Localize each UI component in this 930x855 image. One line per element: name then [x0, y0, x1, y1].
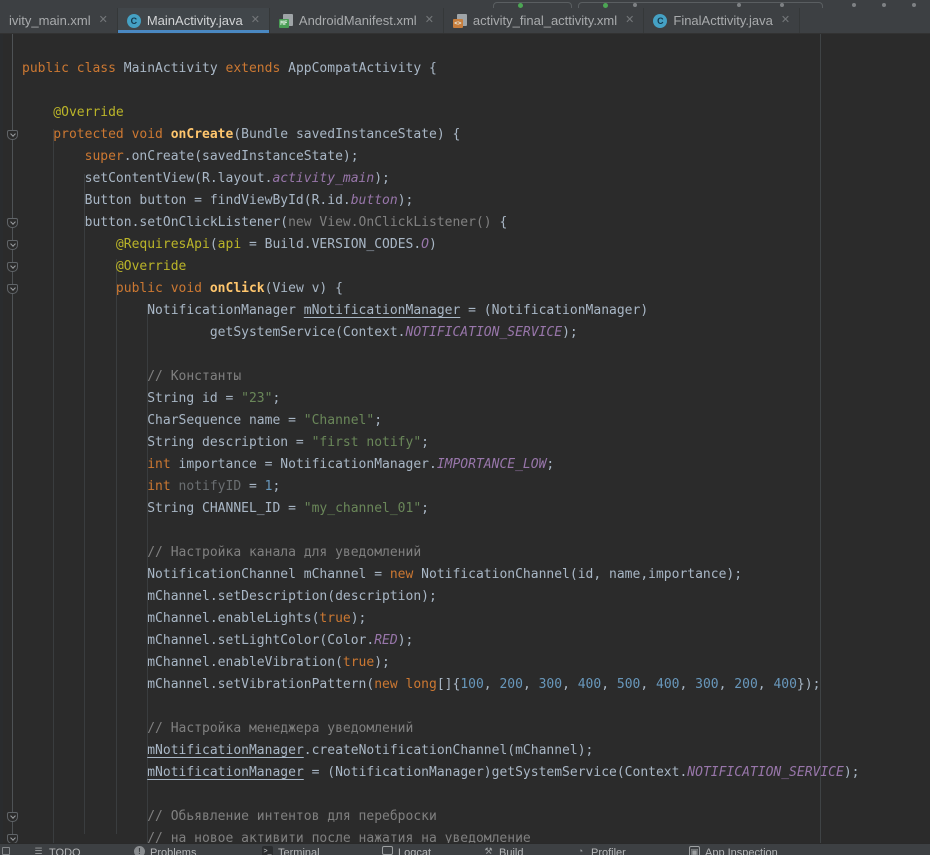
- tab-finalacttivity-java[interactable]: C FinalActtivity.java ✕: [644, 8, 800, 33]
- fold-chevron-icon[interactable]: [7, 218, 18, 228]
- code-pane[interactable]: public class MainActivity extends AppCom…: [0, 58, 930, 843]
- manifest-icon: MF: [279, 14, 293, 28]
- toolbar-icon[interactable]: [633, 3, 637, 7]
- build-icon: ⚒: [483, 846, 494, 855]
- close-icon[interactable]: ✕: [625, 15, 634, 26]
- code-line: mChannel.setVibrationPattern(new long[]{…: [22, 674, 820, 696]
- tab-activity-final-acttivity-xml[interactable]: <> activity_final_acttivity.xml ✕: [444, 8, 644, 33]
- close-icon[interactable]: ✕: [251, 15, 260, 26]
- code-line: mChannel.enableVibration(true);: [22, 652, 390, 674]
- fold-chevron-icon[interactable]: [7, 130, 18, 140]
- tab-bar: ivity_main.xml ✕ C MainActivity.java ✕ MF Andr…: [0, 8, 930, 34]
- code-line: // Настройка канала для уведомлений: [22, 542, 421, 564]
- todo-icon: ☰: [33, 846, 44, 855]
- code-line: Button button = findViewById(R.id.button…: [22, 190, 413, 212]
- statusbar-label: Problems: [150, 846, 196, 855]
- tab-label: FinalActtivity.java: [673, 13, 772, 28]
- fold-chevron-icon[interactable]: [7, 262, 18, 272]
- statusbar-label: Build: [499, 846, 523, 855]
- statusbar-label: Profiler: [591, 846, 626, 855]
- statusbar-app-inspection[interactable]: ▣ App Inspection: [689, 846, 778, 855]
- java-class-icon: C: [653, 14, 667, 28]
- code-line: // Константы: [22, 366, 241, 388]
- tab-label: MainActivity.java: [147, 13, 243, 28]
- code-line: @Override: [22, 102, 124, 124]
- code-line: super.onCreate(savedInstanceState);: [22, 146, 359, 168]
- fold-chevron-icon[interactable]: [7, 284, 18, 294]
- ide-window: ivity_main.xml ✕ C MainActivity.java ✕ MF Andr…: [0, 0, 930, 855]
- layout-xml-icon: <>: [453, 14, 467, 28]
- main-toolbar-strip: [0, 0, 930, 8]
- status-bar: ☰ TODO! Problems >_ Terminal Logcat ⚒ Build ◔ Pro…: [0, 843, 930, 855]
- tab-androidmanifest-xml[interactable]: MF AndroidManifest.xml ✕: [270, 8, 444, 33]
- code-line: @RequiresApi(api = Build.VERSION_CODES.O…: [22, 234, 437, 256]
- close-icon[interactable]: ✕: [99, 15, 108, 26]
- statusbar-logcat[interactable]: Logcat: [382, 846, 431, 855]
- statusbar-terminal[interactable]: >_ Terminal: [262, 846, 320, 855]
- statusbar-problems[interactable]: ! Problems: [134, 846, 196, 855]
- statusbar-label: App Inspection: [705, 846, 778, 855]
- code-line: String id = "23";: [22, 388, 280, 410]
- tab-mainactivity-java[interactable]: C MainActivity.java ✕: [118, 8, 270, 33]
- statusbar-profiler[interactable]: ◔ Profiler: [575, 846, 626, 855]
- code-line: button.setOnClickListener(new View.OnCli…: [22, 212, 507, 234]
- code-line: mChannel.setDescription(description);: [22, 586, 437, 608]
- statusbar-label: Logcat: [398, 846, 431, 855]
- code-line: @Override: [22, 256, 186, 278]
- toolwindow-corner-icon[interactable]: [2, 847, 10, 855]
- terminal-icon: >_: [262, 846, 273, 855]
- statusbar-label: Terminal: [278, 846, 320, 855]
- code-line: mChannel.enableLights(true);: [22, 608, 366, 630]
- toolbar-icon[interactable]: [912, 3, 916, 7]
- code-line: CharSequence name = "Channel";: [22, 410, 382, 432]
- code-line: String CHANNEL_ID = "my_channel_01";: [22, 498, 429, 520]
- code-line: int notifyID = 1;: [22, 476, 280, 498]
- app-inspection-icon: ▣: [689, 846, 700, 855]
- problems-icon: !: [134, 846, 145, 855]
- code-line: NotificationChannel mChannel = new Notif…: [22, 564, 742, 586]
- fold-chevron-icon[interactable]: [7, 812, 18, 822]
- code-line: // на новое активити после нажатия на ув…: [22, 828, 531, 843]
- statusbar-todo[interactable]: ☰ TODO: [33, 846, 81, 855]
- toolbar-icon[interactable]: [852, 3, 856, 7]
- java-class-icon: C: [127, 14, 141, 28]
- code-line: // Обьявление интентов для переброски: [22, 806, 437, 828]
- toolbar-icon[interactable]: [882, 3, 886, 7]
- code-line: protected void onCreate(Bundle savedInst…: [22, 124, 460, 146]
- close-icon[interactable]: ✕: [781, 15, 790, 26]
- code-line: public void onClick(View v) {: [22, 278, 343, 300]
- statusbar-label: TODO: [49, 846, 81, 855]
- toolbar-icon[interactable]: [737, 3, 741, 7]
- code-line: public class MainActivity extends AppCom…: [22, 58, 437, 80]
- code-line: int importance = NotificationManager.IMP…: [22, 454, 554, 476]
- tab-label: ivity_main.xml: [9, 13, 91, 28]
- profiler-icon: ◔: [575, 846, 586, 855]
- tab-label: AndroidManifest.xml: [299, 13, 417, 28]
- code-line: // Настройка менеджера уведомлений: [22, 718, 413, 740]
- close-icon[interactable]: ✕: [425, 15, 434, 26]
- code-line: setContentView(R.layout.activity_main);: [22, 168, 390, 190]
- code-line: mChannel.setLightColor(Color.RED);: [22, 630, 413, 652]
- code-editor[interactable]: public class MainActivity extends AppCom…: [0, 34, 930, 843]
- toolbar-icon[interactable]: [780, 3, 784, 7]
- tab-ivity-main-xml[interactable]: ivity_main.xml ✕: [0, 8, 118, 33]
- fold-chevron-icon[interactable]: [7, 834, 18, 843]
- statusbar-build[interactable]: ⚒ Build: [483, 846, 523, 855]
- code-line: getSystemService(Context.NOTIFICATION_SE…: [22, 322, 578, 344]
- tab-label: activity_final_acttivity.xml: [473, 13, 617, 28]
- code-line: mNotificationManager.createNotificationC…: [22, 740, 593, 762]
- code-line: NotificationManager mNotificationManager…: [22, 300, 648, 322]
- fold-chevron-icon[interactable]: [7, 240, 18, 250]
- code-line: mNotificationManager = (NotificationMana…: [22, 762, 860, 784]
- code-line: String description = "first notify";: [22, 432, 429, 454]
- logcat-icon: [382, 846, 393, 855]
